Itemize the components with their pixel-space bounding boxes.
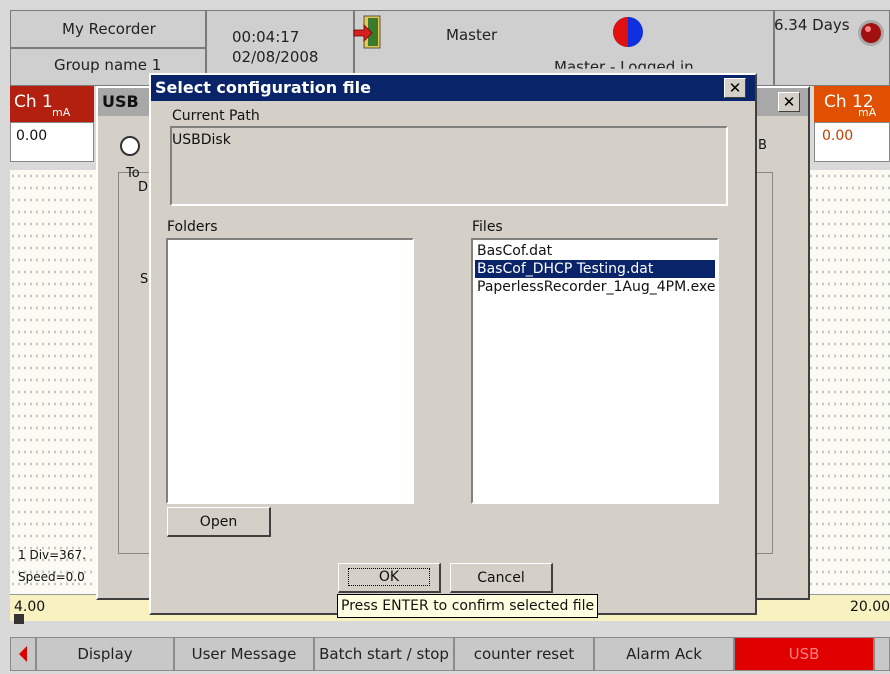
display-button[interactable]: Display [36, 637, 174, 671]
dialog-titlebar: Select configuration file [151, 75, 755, 101]
counter-reset-button[interactable]: counter reset [454, 637, 594, 671]
alarm-ack-button[interactable]: Alarm Ack [594, 637, 734, 671]
chart-div-text: 1 Div=367. [18, 548, 86, 562]
current-path-value: USBDisk [172, 132, 231, 148]
dialog-close-button[interactable]: ✕ [724, 78, 746, 98]
files-list[interactable]: BasCof.dat BasCof_DHCP Testing.dat Paper… [471, 238, 719, 504]
channel-left-unit: mA [52, 106, 71, 119]
group-name[interactable]: Group name 1 [54, 56, 161, 74]
current-path-label: Current Path [172, 108, 260, 124]
usb-label-to: To [126, 166, 140, 181]
files-label: Files [472, 219, 503, 235]
usb-label-s: S [140, 272, 149, 287]
channel-right-value: 0.00 [822, 128, 854, 144]
user-name: Master [446, 26, 498, 44]
folders-list[interactable] [166, 238, 414, 504]
bottom-bar-end [874, 637, 890, 671]
channel-left-label: Ch 1 [14, 92, 53, 112]
pen-marker-icon [14, 614, 24, 624]
chart-speed-text: Speed=0.0 [18, 570, 85, 584]
days-remaining: 6.34 Days [774, 16, 850, 34]
nav-left-button[interactable] [10, 637, 36, 671]
usb-window-title: USB [102, 92, 139, 111]
ok-button[interactable]: OK [338, 563, 441, 593]
clock-date: 02/08/2008 [232, 48, 319, 66]
clock-time: 00:04:17 [232, 28, 300, 46]
channel-left-value: 0.00 [16, 128, 48, 144]
enter-tooltip: Press ENTER to confirm selected file [337, 594, 599, 618]
folders-label: Folders [167, 219, 218, 235]
cancel-button[interactable]: Cancel [450, 563, 553, 593]
channel-right-unit: mA [858, 106, 877, 119]
current-path-box [170, 126, 728, 206]
usb-label-d: D [138, 180, 149, 195]
file-item[interactable]: BasCof.dat [475, 242, 715, 260]
file-item[interactable]: PaperlessRecorder_1Aug_4PM.exe [475, 278, 715, 296]
usb-radio-button[interactable] [120, 136, 140, 156]
usb-label-b: B [758, 138, 767, 153]
status-pie-icon [612, 16, 644, 48]
dialog-title: Select configuration file [155, 78, 371, 97]
recorder-name: My Recorder [62, 20, 156, 38]
arrow-left-icon [19, 646, 27, 662]
scale-min: 4.00 [14, 599, 46, 615]
usb-button[interactable]: USB [734, 637, 874, 671]
usb-window-close-button[interactable]: ✕ [778, 92, 800, 112]
file-item-selected[interactable]: BasCof_DHCP Testing.dat [475, 260, 715, 278]
open-button[interactable]: Open [167, 507, 271, 537]
batch-start-stop-button[interactable]: Batch start / stop [314, 637, 454, 671]
exit-door-icon[interactable] [352, 14, 384, 50]
usb-right-panel [756, 172, 773, 554]
user-message-button[interactable]: User Message [174, 637, 314, 671]
scale-max: 20.00 [850, 599, 890, 615]
alarm-led-icon [856, 18, 886, 48]
